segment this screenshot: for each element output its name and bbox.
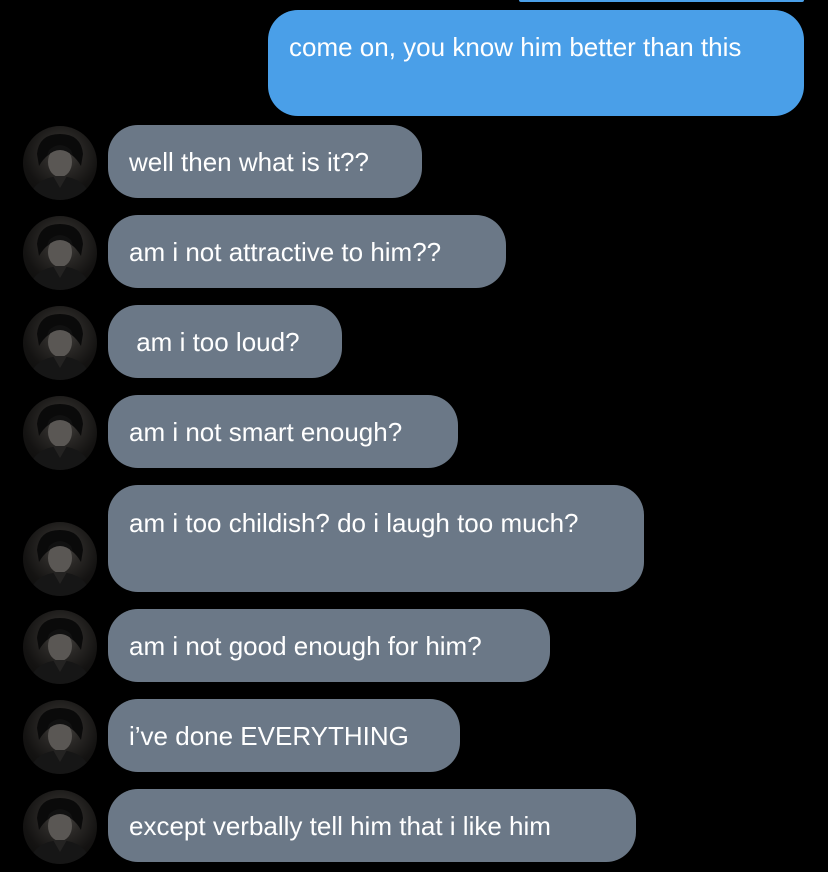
person-silhouette-icon (29, 530, 91, 596)
received-message-bubble[interactable]: am i too childish? do i laugh too much? (108, 485, 644, 592)
received-message-bubble[interactable]: except verbally tell him that i like him (108, 789, 636, 862)
person-silhouette-icon (29, 618, 91, 684)
person-silhouette-icon (29, 798, 91, 864)
received-message-bubble[interactable]: i’ve done EVERYTHING (108, 699, 460, 772)
person-silhouette-icon (29, 404, 91, 470)
received-message-bubble[interactable]: am i too loud? (108, 305, 342, 378)
received-message-bubble[interactable]: am i not good enough for him? (108, 609, 550, 682)
person-silhouette-icon (29, 224, 91, 290)
contact-avatar[interactable] (23, 126, 97, 200)
contact-avatar[interactable] (23, 790, 97, 864)
received-message-bubble[interactable]: well then what is it?? (108, 125, 422, 198)
received-message-bubble[interactable]: am i not attractive to him?? (108, 215, 506, 288)
contact-avatar[interactable] (23, 700, 97, 774)
contact-avatar[interactable] (23, 396, 97, 470)
received-message-bubble[interactable]: am i not smart enough? (108, 395, 458, 468)
contact-avatar[interactable] (23, 522, 97, 596)
previous-message-edge (519, 0, 804, 2)
contact-avatar[interactable] (23, 610, 97, 684)
person-silhouette-icon (29, 134, 91, 200)
person-silhouette-icon (29, 708, 91, 774)
person-silhouette-icon (29, 314, 91, 380)
sent-message-bubble[interactable]: come on, you know him better than this (268, 10, 804, 116)
contact-avatar[interactable] (23, 216, 97, 290)
contact-avatar[interactable] (23, 306, 97, 380)
